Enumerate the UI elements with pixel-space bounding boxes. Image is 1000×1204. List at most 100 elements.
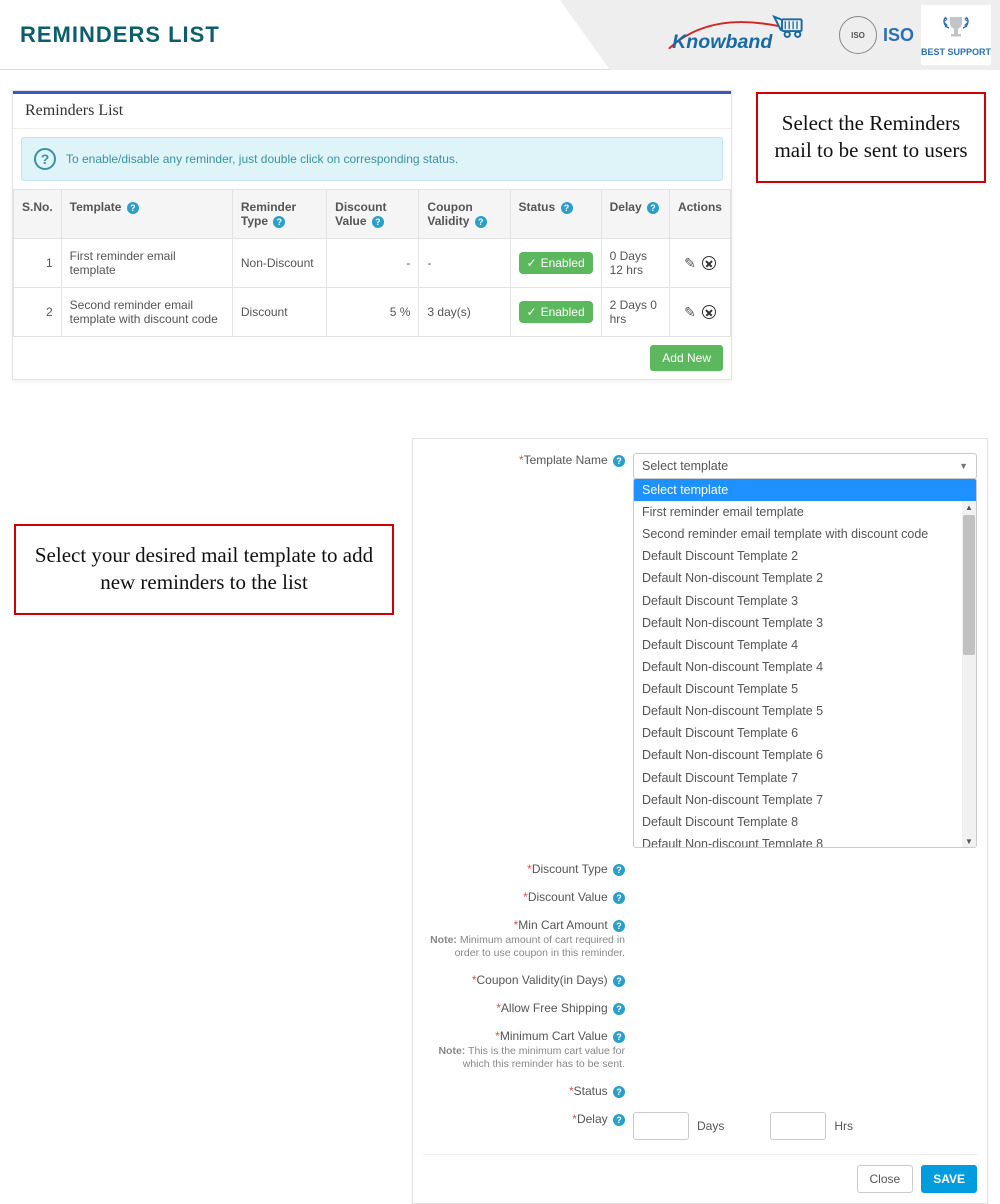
scrollbar-thumb[interactable] (963, 515, 975, 655)
col-template: Template ? (61, 190, 232, 239)
help-icon[interactable]: ? (273, 216, 285, 228)
header-slant (560, 0, 610, 70)
dropdown-option[interactable]: Default Non-discount Template 3 (634, 612, 976, 634)
reminder-form-panel: *Template Name ? Select template ▼ Selec… (412, 438, 988, 1204)
help-icon[interactable]: ? (475, 216, 487, 228)
panel-title: Reminders List (13, 91, 731, 129)
save-button[interactable]: SAVE (921, 1165, 977, 1193)
cell-sno: 1 (14, 239, 62, 288)
status-badge[interactable]: Enabled (519, 301, 593, 323)
help-icon[interactable]: ? (613, 455, 625, 467)
dropdown-option[interactable]: Default Discount Template 3 (634, 590, 976, 612)
help-icon[interactable]: ? (613, 975, 625, 987)
edit-icon[interactable]: ✎ (684, 256, 696, 270)
dropdown-option[interactable]: Second reminder email template with disc… (634, 523, 976, 545)
dropdown-option[interactable]: Default Non-discount Template 6 (634, 744, 976, 766)
scroll-up-icon[interactable]: ▲ (963, 501, 975, 513)
dropdown-list[interactable]: First reminder email templateSecond remi… (634, 501, 976, 847)
help-icon[interactable]: ? (613, 892, 625, 904)
dropdown-option[interactable]: Default Discount Template 8 (634, 811, 976, 833)
cell-template: Second reminder email template with disc… (61, 288, 232, 337)
cell-status[interactable]: Enabled (510, 239, 601, 288)
cell-status[interactable]: Enabled (510, 288, 601, 337)
cell-coupon: 3 day(s) (419, 288, 510, 337)
label-coupon-validity: *Coupon Validity(in Days) ? (423, 973, 633, 987)
dropdown-option[interactable]: Default Discount Template 2 (634, 545, 976, 567)
delay-inputs: Days Hrs (633, 1112, 977, 1140)
header-right: Knowband ISO ISO BEST SUPPORT (663, 0, 992, 70)
edit-icon[interactable]: ✎ (684, 305, 696, 319)
close-button[interactable]: Close (857, 1165, 914, 1193)
help-icon[interactable]: ? (127, 202, 139, 214)
dropdown-option[interactable]: Default Discount Template 7 (634, 767, 976, 789)
select-placeholder-text: Select template (642, 459, 728, 473)
chevron-down-icon: ▼ (959, 461, 968, 471)
best-support-badge: BEST SUPPORT (920, 4, 992, 66)
dropdown-option[interactable]: Default Discount Template 6 (634, 722, 976, 744)
svg-text:Knowband: Knowband (672, 31, 773, 53)
help-icon[interactable]: ? (647, 202, 659, 214)
col-discount: Discount Value ? (327, 190, 419, 239)
dropdown-selected-option[interactable]: Select template (634, 479, 976, 501)
template-select-display[interactable]: Select template ▼ (633, 453, 977, 479)
delete-icon[interactable] (702, 305, 716, 319)
help-icon[interactable]: ? (613, 1031, 625, 1043)
cell-sno: 2 (14, 288, 62, 337)
best-support-label: BEST SUPPORT (921, 47, 991, 57)
col-delay: Delay ? (601, 190, 669, 239)
delete-icon[interactable] (702, 256, 716, 270)
add-new-button[interactable]: Add New (650, 345, 723, 371)
iso-text: ISO (883, 25, 914, 46)
dropdown-option[interactable]: Default Discount Template 4 (634, 634, 976, 656)
note-minimum-cart-value: Note: This is the minimum cart value for… (423, 1045, 625, 1070)
label-delay: *Delay ? (423, 1112, 633, 1126)
help-icon[interactable]: ? (613, 864, 625, 876)
dropdown-option[interactable]: Default Discount Template 5 (634, 678, 976, 700)
cell-delay: 0 Days 12 hrs (601, 239, 669, 288)
label-days: Days (697, 1119, 724, 1133)
page-header: REMINDERS LIST Knowband ISO ISO (0, 0, 1000, 70)
cell-coupon: - (419, 239, 510, 288)
callout-select-reminders: Select the Reminders mail to be sent to … (756, 92, 986, 183)
help-icon[interactable]: ? (372, 216, 384, 228)
delay-hrs-input[interactable] (770, 1112, 826, 1140)
delay-days-input[interactable] (633, 1112, 689, 1140)
cell-type: Non-Discount (232, 239, 326, 288)
help-icon[interactable]: ? (561, 202, 573, 214)
dropdown-option[interactable]: Default Non-discount Template 2 (634, 567, 976, 589)
col-coupon: Coupon Validity ? (419, 190, 510, 239)
status-badge[interactable]: Enabled (519, 252, 593, 274)
label-template-name: *Template Name ? (423, 453, 633, 467)
help-icon[interactable]: ? (613, 920, 625, 932)
col-sno: S.No. (14, 190, 62, 239)
dropdown-option[interactable]: Default Non-discount Template 7 (634, 789, 976, 811)
dropdown-option[interactable]: First reminder email template (634, 501, 976, 523)
brand-logo: Knowband (663, 13, 833, 57)
cell-type: Discount (232, 288, 326, 337)
help-icon[interactable]: ? (613, 1114, 625, 1126)
dropdown-option[interactable]: Default Non-discount Template 8 (634, 833, 976, 847)
label-hrs: Hrs (834, 1119, 853, 1133)
table-row: 2Second reminder email template with dis… (14, 288, 731, 337)
col-status: Status ? (510, 190, 601, 239)
info-bar: ? To enable/disable any reminder, just d… (21, 137, 723, 181)
cell-actions: ✎ (669, 239, 730, 288)
scroll-down-icon[interactable]: ▼ (963, 835, 975, 847)
label-status: *Status ? (423, 1084, 633, 1098)
template-dropdown-open[interactable]: Select template First reminder email tem… (633, 478, 977, 848)
label-discount-value: *Discount Value ? (423, 890, 633, 904)
dropdown-option[interactable]: Default Non-discount Template 5 (634, 700, 976, 722)
label-discount-type: *Discount Type ? (423, 862, 633, 876)
cell-discount: 5 % (327, 288, 419, 337)
cell-actions: ✎ (669, 288, 730, 337)
dropdown-option[interactable]: Default Non-discount Template 4 (634, 656, 976, 678)
reminders-table: S.No. Template ? Reminder Type ? Discoun… (13, 189, 731, 337)
scrollbar[interactable]: ▲ ▼ (962, 501, 976, 847)
help-icon[interactable]: ? (613, 1003, 625, 1015)
trophy-icon (940, 13, 972, 45)
help-icon[interactable]: ? (613, 1086, 625, 1098)
form-footer: Close SAVE (423, 1154, 977, 1193)
col-actions: Actions (669, 190, 730, 239)
table-row: 1First reminder email templateNon-Discou… (14, 239, 731, 288)
cell-discount: - (327, 239, 419, 288)
